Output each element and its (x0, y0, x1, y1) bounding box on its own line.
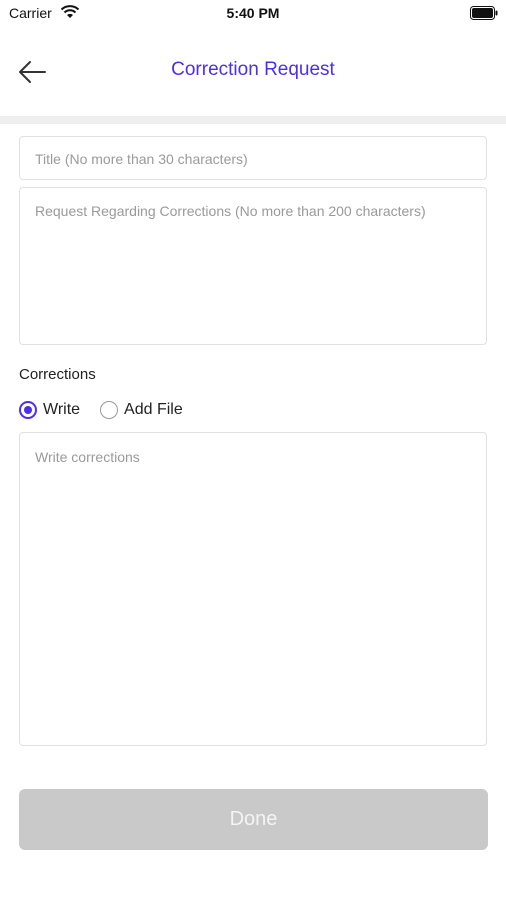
nav-divider (0, 116, 506, 124)
status-bar: Carrier 5:40 PM (0, 0, 506, 28)
title-input-placeholder: Title (No more than 30 characters) (35, 151, 248, 167)
done-button[interactable]: Done (19, 789, 488, 850)
page-title: Correction Request (171, 59, 335, 80)
write-option[interactable]: Write (19, 401, 80, 419)
request-textarea[interactable]: Request Regarding Corrections (No more t… (19, 187, 487, 345)
status-time: 5:40 PM (226, 5, 280, 21)
corrections-textarea[interactable]: Write corrections (19, 432, 487, 746)
radio-selected-icon[interactable] (19, 401, 37, 419)
add-file-option-label: Add File (124, 401, 183, 418)
write-option-label: Write (43, 401, 81, 418)
add-file-option[interactable]: Add File (100, 401, 183, 419)
corrections-label: Corrections (19, 366, 96, 383)
corrections-textarea-placeholder: Write corrections (35, 449, 140, 465)
corrections-mode-radio-group: Write Add File (19, 398, 203, 422)
title-input[interactable]: Title (No more than 30 characters) (19, 136, 487, 180)
request-textarea-placeholder: Request Regarding Corrections (No more t… (35, 203, 426, 219)
radio-unselected-icon[interactable] (100, 401, 119, 419)
navigation-bar: Correction Request (0, 28, 506, 116)
battery-icon (470, 6, 498, 20)
